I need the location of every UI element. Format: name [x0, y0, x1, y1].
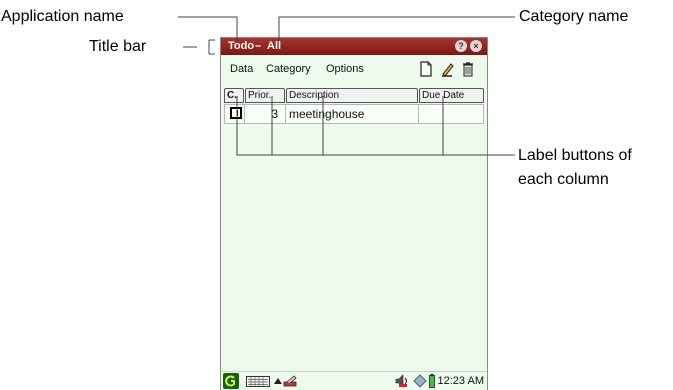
title-bar-bracket: [208, 39, 215, 55]
leader-label-buttons-ticks: [271, 96, 444, 155]
callout-lines: [178, 16, 515, 156]
leader-label-buttons: [236, 96, 515, 156]
leader-category-name: [278, 16, 515, 40]
leader-application-name: [178, 16, 238, 40]
